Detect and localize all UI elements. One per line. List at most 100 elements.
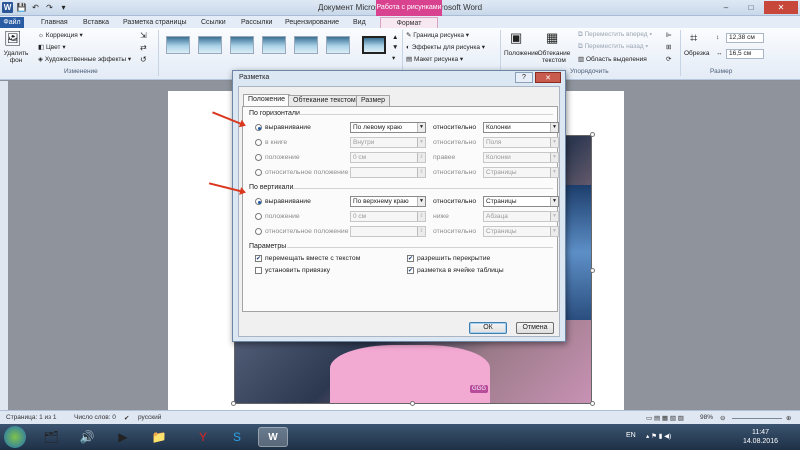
picture-effects-button[interactable]: ◐ Эффекты для рисунка ▾ xyxy=(406,43,485,51)
checkbox-checked[interactable]: ✔ xyxy=(255,255,262,262)
taskbar-player-icon[interactable]: ▶ xyxy=(108,427,138,447)
radio-selected[interactable] xyxy=(255,198,262,205)
checkbox-checked[interactable]: ✔ xyxy=(407,267,414,274)
v-absolute-position-input[interactable]: 0 см ⇕ xyxy=(350,211,426,222)
v-alignment-select[interactable]: По верхнему краю ▼ xyxy=(350,196,426,207)
picture-style-thumb-selected[interactable] xyxy=(362,36,386,54)
dialog-help-button[interactable]: ? xyxy=(515,72,533,83)
bring-forward-button[interactable]: ⧉ Переместить вперед ▾ xyxy=(578,31,652,39)
h-book-layout-radio[interactable]: в книге xyxy=(255,139,287,146)
dialog-close-button[interactable]: ✕ xyxy=(535,72,561,83)
tab-review[interactable]: Рецензирование xyxy=(280,17,344,28)
status-language[interactable]: русский xyxy=(138,414,161,421)
resize-handle[interactable] xyxy=(410,401,415,406)
selection-pane-button[interactable]: ▥ Область выделения xyxy=(578,55,647,63)
picture-style-thumb[interactable] xyxy=(198,36,222,54)
taskbar-word-icon[interactable]: W xyxy=(258,427,288,447)
picture-layout-button[interactable]: ▤ Макет рисунка ▾ xyxy=(406,55,463,63)
picture-style-thumb[interactable] xyxy=(262,36,286,54)
h-absolute-position-radio[interactable]: положение xyxy=(255,154,300,161)
width-input[interactable]: 16,5 см xyxy=(726,49,764,59)
lock-anchor-checkbox[interactable]: установить привязку xyxy=(255,267,330,274)
radio[interactable] xyxy=(255,169,262,176)
ok-button[interactable]: ОК xyxy=(469,322,507,334)
align-icon[interactable]: ⊫ xyxy=(666,31,672,39)
v-absolute-position-radio[interactable]: положение xyxy=(255,213,300,220)
remove-background-button[interactable]: Удалить фон xyxy=(2,50,30,64)
tab-references[interactable]: Ссылки xyxy=(196,17,231,28)
h-absolute-position-input[interactable]: 0 см ⇕ xyxy=(350,152,426,163)
start-button[interactable] xyxy=(4,426,26,448)
position-button[interactable]: Положение xyxy=(504,50,538,57)
h-alignment-radio[interactable]: выравнивание xyxy=(255,124,311,131)
cancel-button[interactable]: Отмена xyxy=(516,322,554,334)
picture-border-button[interactable]: ✎ Граница рисунка ▾ xyxy=(406,31,469,39)
rotate-icon[interactable]: ⟳ xyxy=(666,55,671,63)
radio[interactable] xyxy=(255,154,262,161)
picture-style-thumb[interactable] xyxy=(326,36,350,54)
h-alignment-rel-select[interactable]: Колонки ▼ xyxy=(483,122,559,133)
layout-in-cell-checkbox[interactable]: ✔ разметка в ячейке таблицы xyxy=(407,267,504,274)
h-relative-position-radio[interactable]: относительное положение xyxy=(255,169,349,176)
allow-overlap-checkbox[interactable]: ✔ разрешить перекрытие xyxy=(407,255,490,262)
remove-background-icon[interactable]: 🖼 xyxy=(4,30,22,47)
crop-button[interactable]: Обрезка xyxy=(684,50,709,57)
input-language[interactable]: EN xyxy=(626,432,636,439)
tab-text-wrapping[interactable]: Обтекание текстом xyxy=(288,95,361,106)
proofing-icon[interactable]: ✔ xyxy=(124,414,129,422)
taskbar-folder-icon[interactable]: 📁 xyxy=(144,427,174,447)
status-page[interactable]: Страница: 1 из 1 xyxy=(6,414,57,421)
color-button[interactable]: ◧ Цвет ▾ xyxy=(38,43,66,51)
close-button[interactable]: ✕ xyxy=(764,1,798,14)
reset-picture-icon[interactable]: ↺ xyxy=(140,55,147,64)
resize-handle[interactable] xyxy=(590,401,595,406)
tab-mailings[interactable]: Рассылки xyxy=(236,17,277,28)
taskbar-yandex-icon[interactable]: Y xyxy=(188,427,218,447)
gallery-more-icon[interactable]: ▾ xyxy=(392,54,395,62)
clock[interactable]: 11:47 14.08.2016 xyxy=(743,428,778,446)
send-backward-button[interactable]: ⧉ Переместить назад ▾ xyxy=(578,43,648,51)
v-relative-rel-select[interactable]: Страницы ▼ xyxy=(483,226,559,237)
correction-button[interactable]: ☼ Коррекция ▾ xyxy=(38,31,83,39)
v-alignment-rel-select[interactable]: Страницы ▼ xyxy=(483,196,559,207)
zoom-slider[interactable] xyxy=(732,418,782,419)
radio[interactable] xyxy=(255,139,262,146)
taskbar-skype-icon[interactable]: S xyxy=(222,427,252,447)
taskbar-explorer-icon[interactable]: 🗂 xyxy=(36,427,66,447)
resize-handle[interactable] xyxy=(590,268,595,273)
picture-style-thumb[interactable] xyxy=(166,36,190,54)
radio[interactable] xyxy=(255,228,262,235)
v-alignment-radio[interactable]: выравнивание xyxy=(255,198,311,205)
tab-insert[interactable]: Вставка xyxy=(78,17,114,28)
taskbar-media-icon[interactable]: 🔊 xyxy=(72,427,102,447)
minimize-button[interactable]: – xyxy=(714,1,738,14)
v-relative-position-radio[interactable]: относительное положение xyxy=(255,228,349,235)
resize-handle[interactable] xyxy=(231,401,236,406)
zoom-in-icon[interactable]: ⊕ xyxy=(786,414,791,422)
h-book-rel-select[interactable]: Поля ▼ xyxy=(483,137,559,148)
group-icon[interactable]: ⊞ xyxy=(666,43,671,51)
tab-page-layout[interactable]: Разметка страницы xyxy=(118,17,192,28)
view-buttons-icon[interactable]: ▭ ▤ ▦ ▧ ▨ xyxy=(646,414,684,422)
status-zoom[interactable]: 98% xyxy=(700,414,713,421)
h-alignment-select[interactable]: По левому краю ▼ xyxy=(350,122,426,133)
h-absolute-rel-select[interactable]: Колонки ▼ xyxy=(483,152,559,163)
wrap-text-button[interactable]: Обтекание текстом xyxy=(536,50,572,64)
radio-selected[interactable] xyxy=(255,124,262,131)
height-input[interactable]: 12,38 см xyxy=(726,33,764,43)
tab-home[interactable]: Главная xyxy=(36,17,73,28)
picture-style-thumb[interactable] xyxy=(294,36,318,54)
change-picture-icon[interactable]: ⇄ xyxy=(140,43,147,52)
maximize-button[interactable]: □ xyxy=(739,1,763,14)
tray-icons[interactable]: ▴ ⚑ ▮ ◀) xyxy=(646,432,671,440)
radio[interactable] xyxy=(255,213,262,220)
resize-handle[interactable] xyxy=(590,132,595,137)
checkbox-checked[interactable]: ✔ xyxy=(407,255,414,262)
tab-size[interactable]: Размер xyxy=(356,95,391,106)
h-relative-rel-select[interactable]: Страницы ▼ xyxy=(483,167,559,178)
picture-style-thumb[interactable] xyxy=(230,36,254,54)
tab-view[interactable]: Вид xyxy=(348,17,371,28)
compress-icon[interactable]: ⇲ xyxy=(140,31,147,40)
position-icon[interactable]: ▣ xyxy=(510,30,522,46)
move-with-text-checkbox[interactable]: ✔ перемещать вместе с текстом xyxy=(255,255,360,262)
